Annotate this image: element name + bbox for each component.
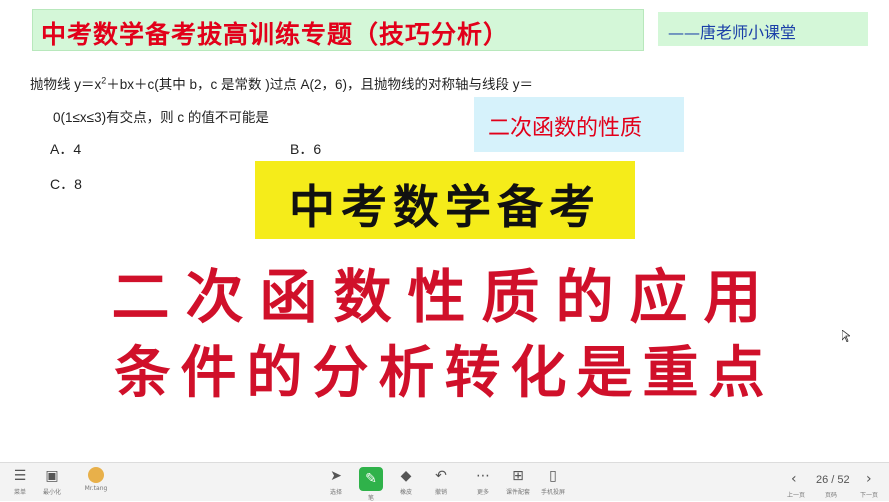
prev-page-label: 上一页 (787, 492, 806, 499)
topic-label: 二次函数的性质 (488, 116, 643, 141)
slide-canvas: 中考数学备考拔高训练专题（技巧分析） ——唐老师小课堂 抛物线 y＝x2＋bx＋… (0, 0, 889, 462)
problem-line-1: 抛物线 y＝x2＋bx＋c(其中 b，c 是常数 )过点 A(2，6)，且抛物线… (30, 73, 533, 93)
undo-button[interactable]: ↶ 撤销 (423, 467, 459, 499)
problem-line-2: 0(1≤x≤3)有交点，则 c 的值不可能是 (53, 110, 269, 125)
title-box: 中考数学备考拔高训练专题（技巧分析） (32, 9, 644, 51)
prev-page-icon[interactable]: ‹ (791, 471, 797, 487)
pen-button[interactable]: ✎ 笔 (353, 467, 389, 502)
menu-icon: ☰ (13, 468, 27, 484)
page-title: 中考数学备考拔高训练专题（技巧分析） (41, 20, 510, 49)
extra1-button[interactable]: ⊞ 课件配套 (500, 467, 536, 499)
undo-icon: ↶ (435, 468, 447, 484)
header-banner: 中考数学备考拔高训练专题（技巧分析） ——唐老师小课堂 (8, 6, 878, 54)
option-a: A．4 (50, 141, 82, 157)
bottom-toolbar: ☰ 菜单 ▣ 最小化 Mr.tang ➤ 选择 ✎ 笔 ◆ 橡皮 ↶ 撤销 ⋯ … (0, 462, 889, 502)
avatar (88, 467, 104, 483)
user-button[interactable]: Mr.tang (78, 467, 114, 499)
grid-icon: ⊞ (512, 468, 524, 484)
more-label: 更多 (476, 489, 489, 496)
yellow-banner-text: 中考数学备考 (289, 180, 601, 234)
pen-icon: ✎ (359, 467, 383, 491)
extra2-button[interactable]: ▯ 手机投屏 (535, 467, 571, 499)
page-indicator[interactable]: 26 / 52 (816, 474, 850, 486)
option-c: C．8 (50, 176, 82, 192)
undo-label: 撤销 (434, 489, 447, 496)
attribution-box: ——唐老师小课堂 (658, 12, 868, 46)
next-page-icon[interactable]: › (866, 471, 872, 487)
minimize-button[interactable]: ▣ 最小化 (34, 467, 70, 499)
user-label: Mr.tang (84, 485, 108, 492)
pages-label: 页码 (825, 492, 838, 499)
minimize-label: 最小化 (42, 489, 61, 496)
cursor-icon: ➤ (330, 468, 342, 484)
option-b: B．6 (290, 141, 322, 157)
eraser-icon: ◆ (400, 468, 412, 484)
extra2-label: 手机投屏 (540, 489, 565, 496)
extra1-label: 课件配套 (505, 489, 530, 496)
menu-button[interactable]: ☰ 菜单 (2, 467, 38, 499)
eraser-button[interactable]: ◆ 橡皮 (388, 467, 424, 499)
select-button[interactable]: ➤ 选择 (318, 467, 354, 499)
topic-box: 二次函数的性质 (474, 97, 684, 152)
problem-line-1-pre: 抛物线 y＝x (30, 77, 102, 92)
mouse-cursor-icon (842, 330, 850, 342)
more-icon: ⋯ (476, 468, 490, 484)
menu-label: 菜单 (13, 489, 26, 496)
minimize-icon: ▣ (45, 468, 59, 484)
big-text-line-2: 条件的分析转化是重点 (114, 340, 775, 406)
next-page-label: 下一页 (860, 492, 879, 499)
yellow-banner: 中考数学备考 (255, 161, 635, 239)
problem-line-1-post: ＋bx＋c(其中 b，c 是常数 )过点 A(2，6)，且抛物线的对称轴与线段 … (106, 77, 534, 92)
eraser-label: 橡皮 (399, 489, 412, 496)
pen-label: 笔 (367, 495, 374, 502)
select-label: 选择 (329, 489, 342, 496)
phone-icon: ▯ (549, 468, 557, 484)
big-text-line-1: 二次函数性质的应用 (111, 263, 778, 331)
attribution-text: ——唐老师小课堂 (668, 23, 797, 42)
more-button[interactable]: ⋯ 更多 (465, 467, 501, 499)
